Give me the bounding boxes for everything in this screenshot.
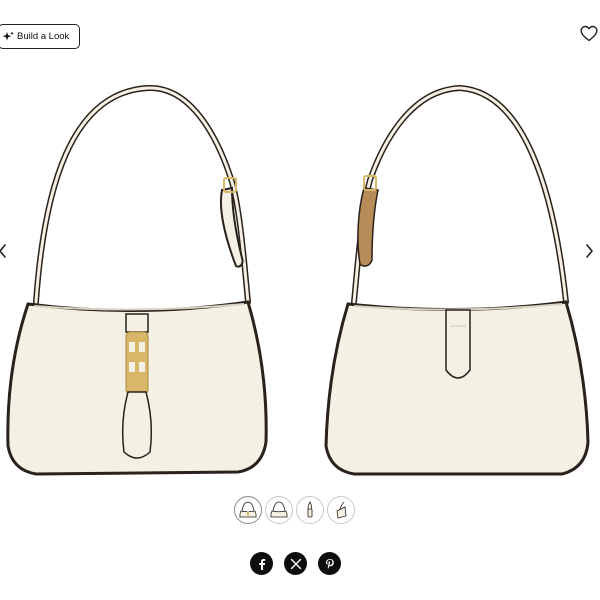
pinterest-icon[interactable] (318, 552, 341, 575)
thumbnail-front[interactable] (234, 496, 262, 524)
thumbnail-strip (234, 496, 360, 526)
bag-back-image (300, 70, 600, 490)
build-a-look-label: Build a Look (17, 31, 70, 42)
facebook-icon[interactable] (250, 552, 273, 575)
product-image-gallery[interactable] (0, 70, 600, 490)
bag-front-image (0, 70, 300, 490)
build-a-look-button[interactable]: Build a Look (0, 24, 80, 49)
thumbnail-side[interactable] (296, 496, 324, 524)
sparkle-icon (2, 31, 14, 43)
heart-outline-icon[interactable] (580, 25, 598, 42)
share-buttons (250, 552, 350, 576)
thumbnail-back[interactable] (265, 496, 293, 524)
x-icon[interactable] (284, 552, 307, 575)
thumbnail-detail[interactable] (327, 496, 355, 524)
